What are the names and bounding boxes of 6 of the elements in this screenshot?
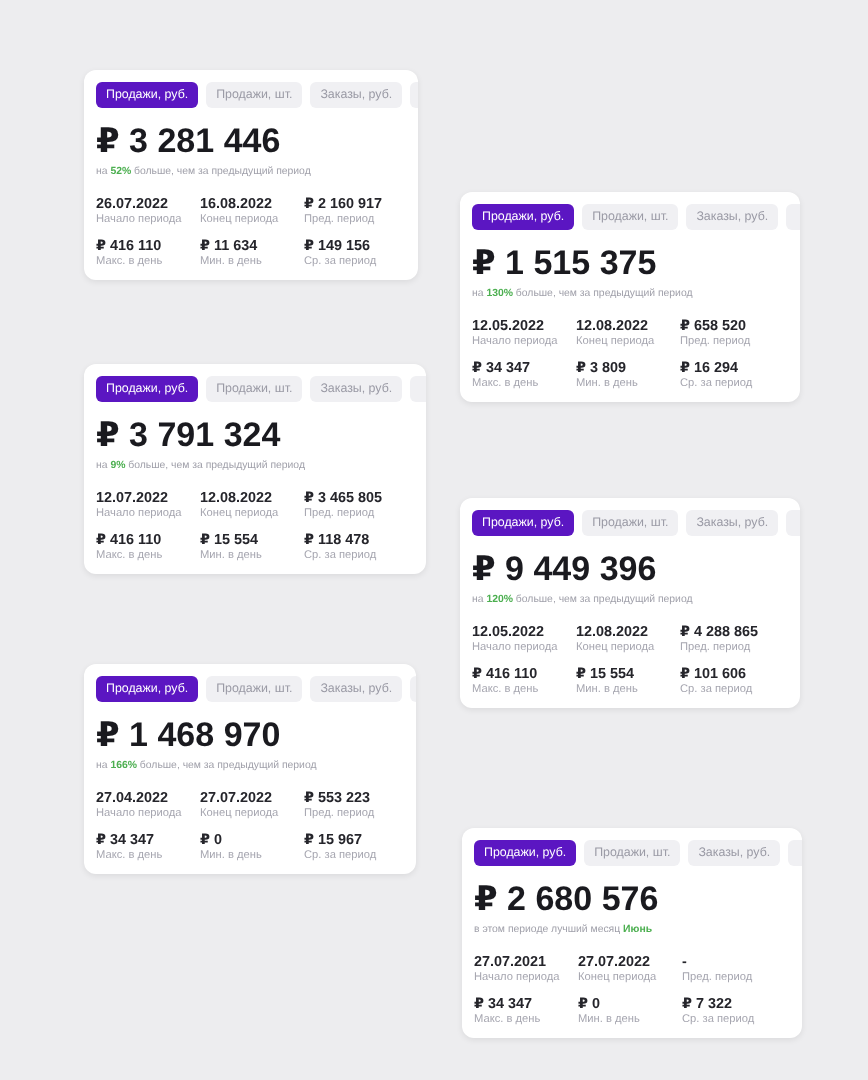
- sales-total: ₽ 9 449 396: [472, 550, 659, 590]
- sales-total: ₽ 1 515 375: [472, 244, 659, 284]
- sales-total: ₽ 1 468 970: [96, 716, 283, 756]
- sales-total: ₽ 3 281 446: [96, 122, 283, 162]
- sales-total: ₽ 2 680 576: [474, 880, 661, 920]
- sales-total: ₽ 3 791 324: [96, 416, 283, 456]
